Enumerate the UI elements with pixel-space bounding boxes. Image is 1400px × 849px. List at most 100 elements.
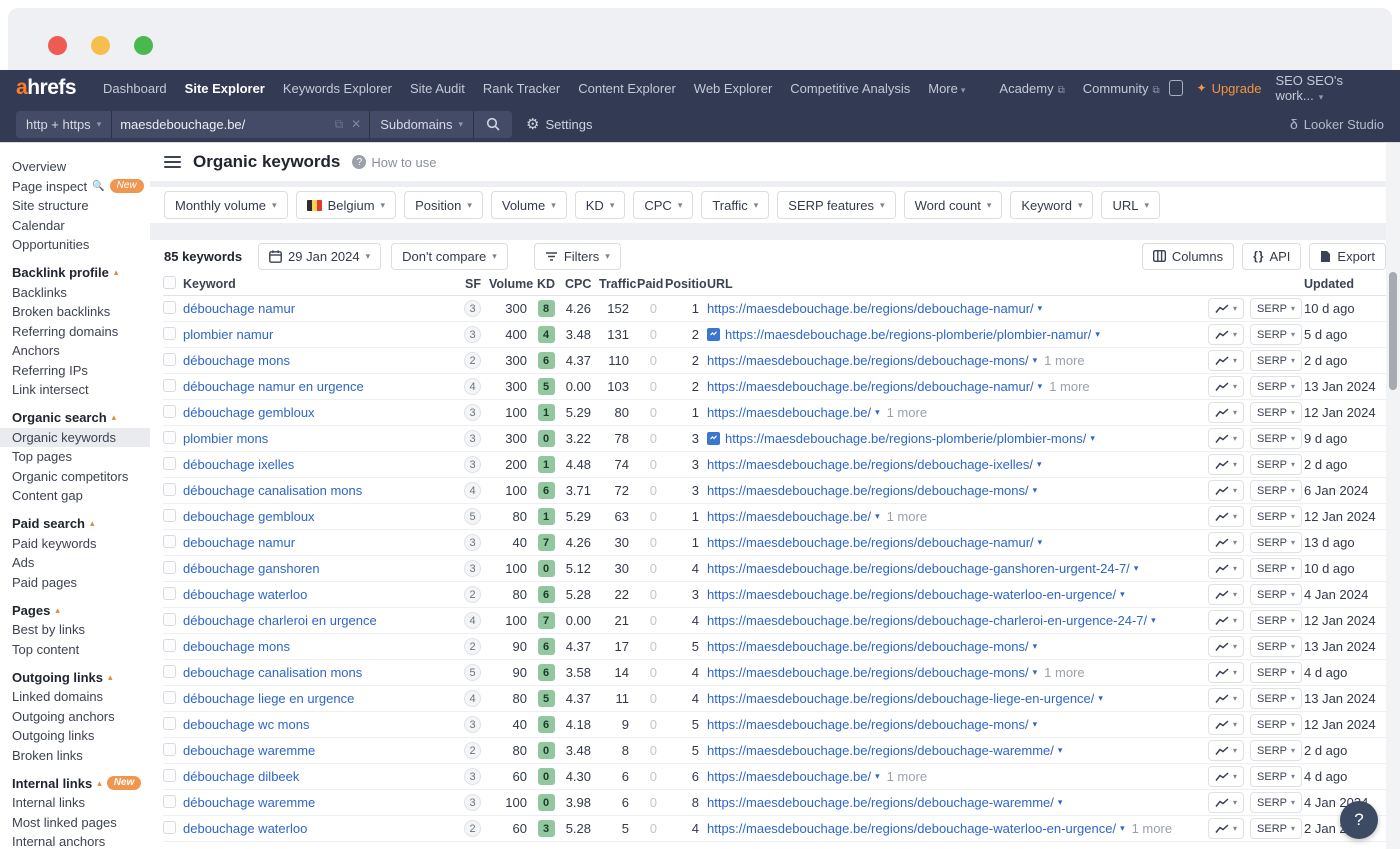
sidebar-item-internal-anchors[interactable]: Internal anchors [12, 832, 150, 849]
how-to-use-link[interactable]: ?How to use [352, 155, 436, 170]
filter-traffic[interactable]: Traffic▾ [701, 191, 769, 219]
sidebar-item-paid-keywords[interactable]: Paid keywords [12, 534, 150, 554]
help-button[interactable]: ? [1340, 801, 1378, 839]
more-urls-link[interactable]: 1 more [1049, 379, 1089, 394]
trend-chart-button[interactable]: ▾ [1208, 766, 1244, 787]
row-checkbox[interactable] [163, 431, 176, 444]
url-link[interactable]: https://maesdebouchage.be/regions/debouc… [707, 457, 1033, 472]
row-checkbox[interactable] [163, 301, 176, 314]
minimize-window-button[interactable] [91, 36, 110, 55]
serp-features-badge[interactable]: 3 [464, 456, 481, 473]
row-checkbox[interactable] [163, 587, 176, 600]
row-checkbox[interactable] [163, 639, 176, 652]
sidebar-item-opportunities[interactable]: Opportunities [12, 235, 150, 255]
serp-features-badge[interactable]: 3 [464, 430, 481, 447]
upgrade-button[interactable]: ✦Upgrade [1197, 81, 1262, 96]
sidebar-item-top-content[interactable]: Top content [12, 640, 150, 660]
keyword-link[interactable]: débouchage waterloo [183, 587, 307, 602]
serp-features-badge[interactable]: 3 [464, 534, 481, 551]
sidebar-item-anchors[interactable]: Anchors [12, 341, 150, 361]
serp-button[interactable]: SERP▾ [1250, 376, 1302, 397]
chevron-down-icon[interactable]: ▾ [1033, 485, 1038, 496]
url-link[interactable]: https://maesdebouchage.be/regions/debouc… [707, 821, 1116, 836]
sidebar-item-organic-competitors[interactable]: Organic competitors [12, 467, 150, 487]
sidebar-item-content-gap[interactable]: Content gap [12, 486, 150, 506]
zoom-window-button[interactable] [134, 36, 153, 55]
serp-button[interactable]: SERP▾ [1250, 298, 1302, 319]
url-link[interactable]: https://maesdebouchage.be/regions/debouc… [707, 587, 1116, 602]
sidebar-item-top-pages[interactable]: Top pages [12, 447, 150, 467]
nav-item-site-audit[interactable]: Site Audit [401, 81, 474, 96]
serp-button[interactable]: SERP▾ [1250, 402, 1302, 423]
clear-input-icon[interactable]: ✕ [351, 117, 361, 131]
nav-item-content-explorer[interactable]: Content Explorer [569, 81, 685, 96]
serp-features-badge[interactable]: 2 [464, 352, 481, 369]
target-url-input[interactable] [120, 117, 326, 132]
url-link[interactable]: https://maesdebouchage.be/regions/debouc… [707, 691, 1094, 706]
serp-button[interactable]: SERP▾ [1250, 636, 1302, 657]
serp-features-badge[interactable]: 3 [464, 404, 481, 421]
url-link[interactable]: https://maesdebouchage.be/regions/debouc… [707, 379, 1034, 394]
serp-button[interactable]: SERP▾ [1250, 584, 1302, 605]
looker-studio-link[interactable]: δLooker Studio [1290, 116, 1384, 132]
row-checkbox[interactable] [163, 743, 176, 756]
sidebar-item-page-inspect[interactable]: Page inspect🔍New [12, 177, 150, 197]
url-link[interactable]: https://maesdebouchage.be/regions/debouc… [707, 535, 1034, 550]
serp-features-badge[interactable]: 2 [464, 638, 481, 655]
trend-chart-button[interactable]: ▾ [1208, 350, 1244, 371]
trend-chart-button[interactable]: ▾ [1208, 376, 1244, 397]
url-link[interactable]: https://maesdebouchage.be/regions/debouc… [707, 665, 1029, 680]
settings-button[interactable]: ⚙Settings [526, 115, 592, 133]
keyword-link[interactable]: plombier namur [183, 327, 273, 342]
chevron-down-icon[interactable]: ▾ [1038, 537, 1043, 548]
serp-features-badge[interactable]: 4 [464, 690, 481, 707]
serp-button[interactable]: SERP▾ [1250, 792, 1302, 813]
sidebar-item-backlinks[interactable]: Backlinks [12, 283, 150, 303]
row-checkbox[interactable] [163, 717, 176, 730]
keyword-link[interactable]: débouchage namur en urgence [183, 379, 364, 394]
sidebar-section-outgoing-links[interactable]: Outgoing links▴ [12, 667, 150, 687]
url-link[interactable]: https://maesdebouchage.be/regions/debouc… [707, 483, 1029, 498]
filter-word-count[interactable]: Word count▾ [904, 191, 1003, 219]
keyword-link[interactable]: debouchage waterloo [183, 821, 307, 836]
sidebar-toggle-icon[interactable] [164, 156, 181, 168]
close-window-button[interactable] [48, 36, 67, 55]
url-link[interactable]: https://maesdebouchage.be/ [707, 405, 871, 420]
row-checkbox[interactable] [163, 353, 176, 366]
filters-button[interactable]: Filters▾ [534, 243, 621, 270]
row-checkbox[interactable] [163, 405, 176, 418]
trend-chart-button[interactable]: ▾ [1208, 480, 1244, 501]
serp-button[interactable]: SERP▾ [1250, 662, 1302, 683]
url-link[interactable]: https://maesdebouchage.be/regions/debouc… [707, 795, 1054, 810]
header-kd[interactable]: KD [535, 277, 565, 291]
url-link[interactable]: https://maesdebouchage.be/regions/debouc… [707, 717, 1029, 732]
sidebar-item-referring-ips[interactable]: Referring IPs [12, 361, 150, 381]
sidebar-item-broken-backlinks[interactable]: Broken backlinks [12, 302, 150, 322]
keyword-link[interactable]: débouchage dilbeek [183, 769, 299, 784]
sidebar-item-outgoing-anchors[interactable]: Outgoing anchors [12, 707, 150, 727]
header-position[interactable]: Position [665, 277, 707, 291]
url-link[interactable]: https://maesdebouchage.be/regions/debouc… [707, 353, 1029, 368]
nav-item-keywords-explorer[interactable]: Keywords Explorer [274, 81, 401, 96]
sidebar-item-internal-links[interactable]: Internal links [12, 793, 150, 813]
vertical-scrollbar[interactable] [1386, 143, 1400, 849]
nav-item-community[interactable]: Community⧉ [1074, 81, 1169, 96]
row-checkbox[interactable] [163, 457, 176, 470]
url-link[interactable]: https://maesdebouchage.be/regions-plombe… [725, 431, 1086, 446]
serp-features-badge[interactable]: 2 [464, 820, 481, 837]
filter-position[interactable]: Position▾ [404, 191, 483, 219]
scrollbar-thumb[interactable] [1389, 272, 1397, 390]
chevron-down-icon[interactable]: ▾ [1033, 355, 1038, 366]
keyword-link[interactable]: débouchage liege en urgence [183, 691, 354, 706]
serp-features-badge[interactable]: 5 [464, 508, 481, 525]
header-keyword[interactable]: Keyword [183, 277, 463, 291]
chevron-down-icon[interactable]: ▾ [1033, 641, 1038, 652]
sidebar-section-pages[interactable]: Pages▴ [12, 600, 150, 620]
trend-chart-button[interactable]: ▾ [1208, 792, 1244, 813]
trend-chart-button[interactable]: ▾ [1208, 298, 1244, 319]
trend-chart-button[interactable]: ▾ [1208, 532, 1244, 553]
url-link[interactable]: https://maesdebouchage.be/ [707, 509, 871, 524]
chevron-down-icon[interactable]: ▾ [1058, 745, 1063, 756]
keyword-link[interactable]: débouchage charleroi en urgence [183, 613, 377, 628]
open-url-icon[interactable]: ⧉ [335, 117, 344, 132]
